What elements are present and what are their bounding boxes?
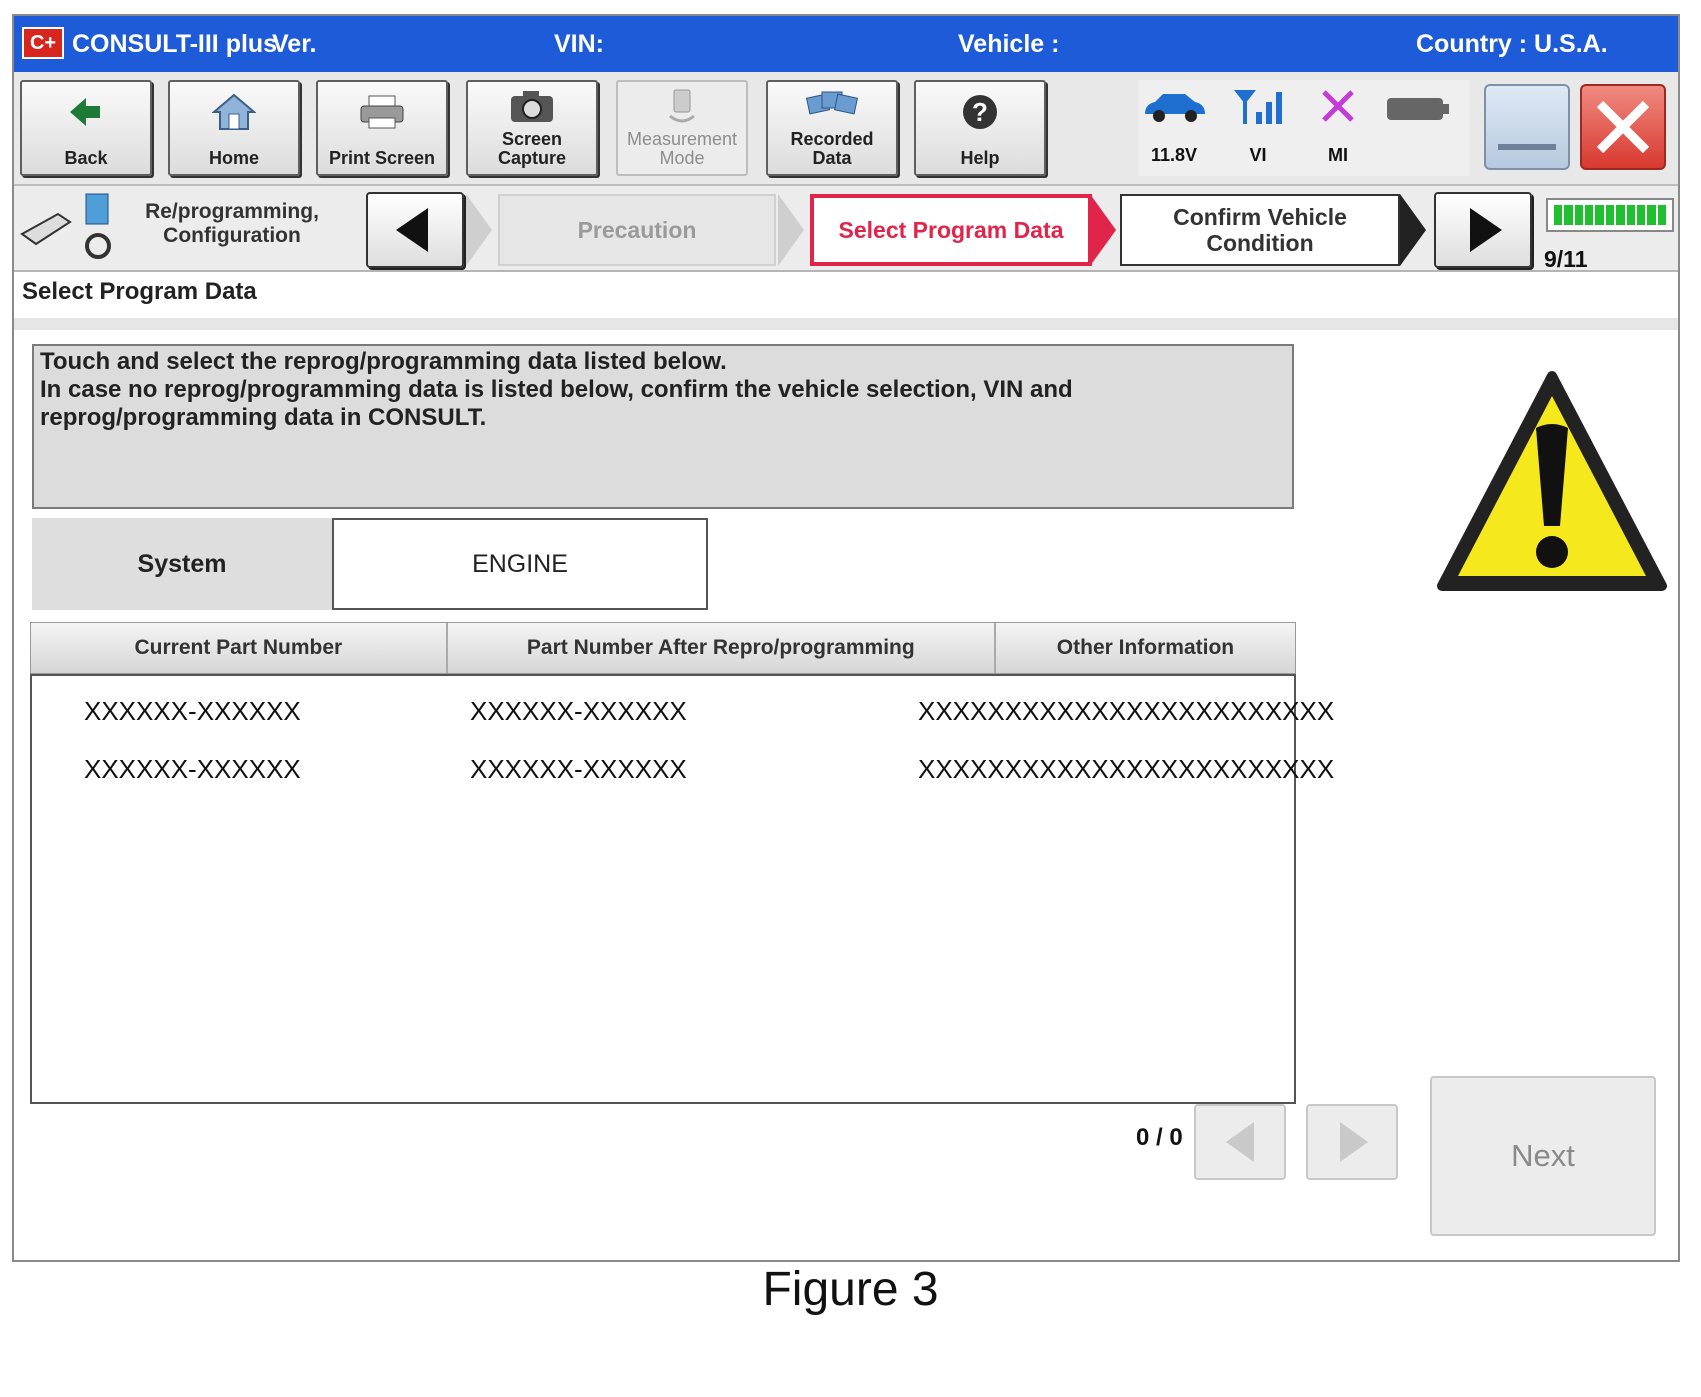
- table-header: Current Part Number Part Number After Re…: [30, 622, 1296, 674]
- reprogramming-icon: [20, 193, 111, 259]
- app-name: CONSULT-III plus: [72, 30, 278, 58]
- vi-status: VI: [1223, 80, 1293, 176]
- step-navigation: Re/programming, Configuration Precaution…: [14, 186, 1678, 272]
- next-button[interactable]: Next: [1430, 1076, 1656, 1236]
- column-other-information: Other Information: [1056, 636, 1235, 659]
- screen-capture-button[interactable]: Screen Capture: [466, 80, 598, 176]
- print-screen-label: Print Screen: [328, 148, 436, 168]
- step-precaution[interactable]: Precaution: [498, 194, 776, 266]
- message-line: In case no reprog/programming data is li…: [40, 376, 1073, 403]
- other-information: XXXXXXXXXXXXXXXXXXXXXXXX: [918, 696, 1335, 726]
- vin-label: VIN:: [554, 30, 604, 58]
- toolbar: Back Home Print Screen Screen Capture Me…: [14, 72, 1678, 186]
- part-number-after: XXXXXX-XXXXXX: [470, 696, 687, 726]
- table-row[interactable]: XXXXXX-XXXXXX XXXXXX-XXXXXX XXXXXXXXXXXX…: [32, 696, 1334, 736]
- mi-label: MI: [1328, 145, 1348, 165]
- column-part-number-after: Part Number After Repro/programming: [448, 623, 996, 673]
- consult-logo-icon: C+: [22, 27, 64, 59]
- screen-capture-label: Screen Capture: [497, 129, 566, 168]
- vi-label: VI: [1249, 145, 1267, 165]
- step-arrow-icon: [778, 194, 804, 266]
- recorded-data-label: Recorded Data: [790, 129, 874, 168]
- system-value: ENGINE: [332, 518, 708, 610]
- home-button[interactable]: Home: [168, 80, 300, 176]
- print-screen-button[interactable]: Print Screen: [316, 80, 448, 176]
- home-label: Home: [208, 148, 259, 168]
- previous-page-button[interactable]: [1194, 1104, 1286, 1180]
- program-data-table: XXXXXX-XXXXXX XXXXXX-XXXXXX XXXXXXXXXXXX…: [30, 674, 1334, 1104]
- step-forward-button[interactable]: [1434, 192, 1532, 268]
- instruction-message: Touch and select the reprog/programming …: [32, 344, 1294, 509]
- back-label: Back: [64, 148, 108, 168]
- triangle-right-icon: [1340, 1122, 1368, 1162]
- back-button[interactable]: Back: [20, 80, 152, 176]
- triangle-left-icon: [1226, 1122, 1254, 1162]
- step-counter: 9/11: [1544, 246, 1588, 272]
- step-arrow-icon: [466, 194, 492, 266]
- message-line: reprog/programming data in CONSULT.: [40, 404, 487, 431]
- close-button[interactable]: [1580, 84, 1666, 170]
- help-icon: ?: [916, 92, 1044, 132]
- divider: [14, 318, 1678, 330]
- mi-status: MI: [1303, 80, 1373, 176]
- minimize-button[interactable]: [1484, 84, 1570, 170]
- column-current-part-number: Current Part Number: [31, 623, 448, 673]
- battery-status: 11.8V: [1139, 80, 1209, 176]
- current-part-number: XXXXXX-XXXXXX: [84, 754, 301, 784]
- battery-icon: [1387, 98, 1449, 120]
- system-label: System: [32, 518, 332, 610]
- svg-text:?: ?: [972, 97, 988, 127]
- minimize-icon: [1498, 144, 1556, 150]
- battery-indicator: [1383, 80, 1453, 176]
- step-progress-bar: [1546, 198, 1674, 232]
- recorded-data-button[interactable]: Recorded Data: [766, 80, 898, 176]
- vehicle-label: Vehicle :: [958, 30, 1060, 58]
- step-back-button[interactable]: [366, 192, 464, 268]
- back-arrow-icon: [22, 92, 150, 132]
- car-icon: [1145, 94, 1205, 122]
- next-page-button[interactable]: [1306, 1104, 1398, 1180]
- home-icon: [170, 92, 298, 132]
- title-bar: C+ CONSULT-III plus Ver. VIN: Vehicle : …: [14, 16, 1678, 72]
- help-button[interactable]: ? Help: [914, 80, 1046, 176]
- mi-disconnected-icon: [1322, 90, 1354, 122]
- step-arrow-active-icon: [1090, 194, 1116, 266]
- battery-voltage: 11.8V: [1150, 145, 1198, 165]
- measurement-icon: [618, 86, 746, 126]
- current-part-number: XXXXXX-XXXXXX: [84, 696, 301, 726]
- step-select-program-data[interactable]: Select Program Data: [810, 194, 1092, 266]
- other-information: XXXXXXXXXXXXXXXXXXXXXXXX: [918, 754, 1335, 784]
- triangle-left-icon: [396, 208, 428, 252]
- help-label: Help: [960, 148, 1000, 168]
- triangle-right-icon: [1470, 208, 1502, 252]
- measurement-mode-button[interactable]: Measurement Mode: [616, 80, 748, 176]
- status-panel: 11.8V VI MI: [1139, 80, 1469, 176]
- page-counter: 0 / 0: [1136, 1124, 1183, 1151]
- figure-caption: Figure 3: [762, 1263, 939, 1316]
- step-arrow-icon: [1400, 194, 1426, 266]
- page-title: Select Program Data: [22, 278, 257, 305]
- section-title: Re/programming, Configuration: [145, 200, 319, 247]
- step-confirm-vehicle-condition[interactable]: Confirm Vehicle Condition: [1120, 194, 1400, 266]
- part-number-after: XXXXXX-XXXXXX: [470, 754, 687, 784]
- close-icon: [1596, 100, 1650, 154]
- consult-window: C+ CONSULT-III plus Ver. VIN: Vehicle : …: [12, 14, 1680, 1262]
- table-row[interactable]: XXXXXX-XXXXXX XXXXXX-XXXXXX XXXXXXXXXXXX…: [32, 754, 1334, 794]
- measurement-mode-label: Measurement Mode: [626, 129, 738, 168]
- printer-icon: [318, 92, 446, 132]
- country-label: Country : U.S.A.: [1416, 30, 1608, 58]
- signal-icon: [1234, 90, 1282, 124]
- warning-icon: [1437, 371, 1667, 591]
- recorded-data-icon: [768, 86, 896, 126]
- message-line: Touch and select the reprog/programming …: [40, 348, 727, 375]
- camera-icon: [468, 86, 596, 126]
- version-label: Ver.: [272, 30, 317, 58]
